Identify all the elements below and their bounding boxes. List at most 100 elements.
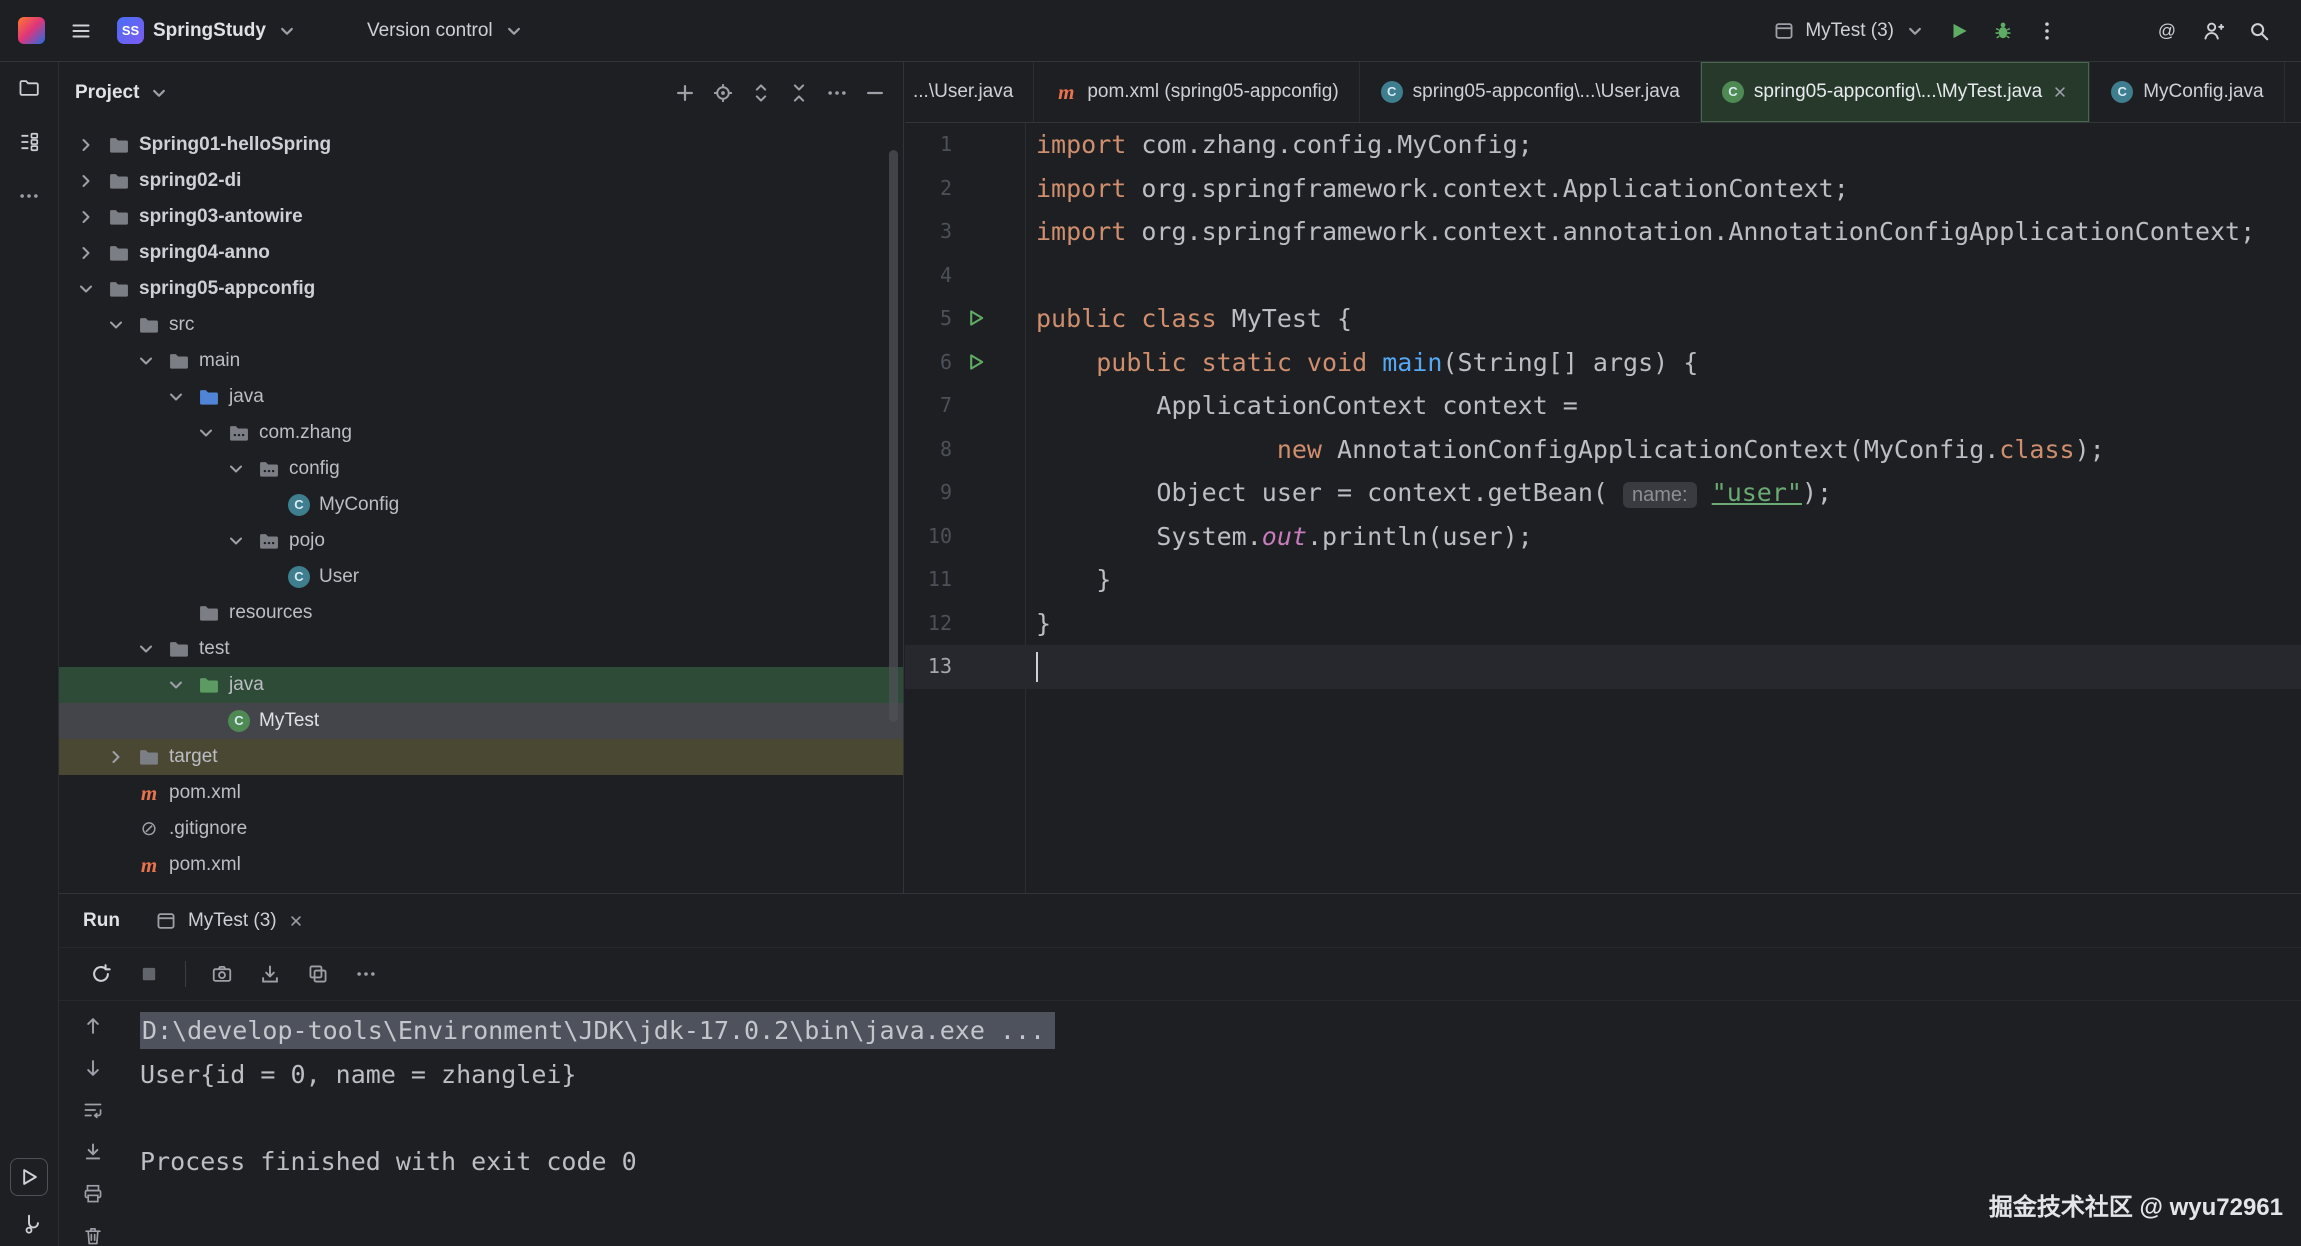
editor-tab[interactable]: mpom.xml (spring05-appconfig) — [1034, 62, 1359, 122]
plus-icon[interactable] — [673, 81, 697, 105]
chevron-right-icon[interactable] — [103, 745, 129, 769]
code-line[interactable]: 8 new AnnotationConfigApplicationContext… — [905, 428, 2301, 472]
tree-row[interactable]: CMyConfig — [59, 487, 903, 523]
tree-row[interactable]: ⊘.gitignore — [59, 811, 903, 847]
menu-icon[interactable] — [69, 19, 93, 43]
camera-icon[interactable] — [210, 962, 234, 986]
editor-tab[interactable]: Cspring05-appconfig\...\MyTest.java — [1701, 62, 2090, 122]
run-button[interactable] — [1947, 19, 1971, 43]
tree-row[interactable]: config — [59, 451, 903, 487]
code-line[interactable]: 7 ApplicationContext context = — [905, 384, 2301, 428]
project-selector[interactable]: SS SpringStudy — [117, 17, 299, 44]
tree-row[interactable]: java — [59, 667, 903, 703]
editor-tab[interactable]: Cspring05-appconfig\...\User.java — [1360, 62, 1701, 122]
tree-row[interactable]: CUser — [59, 559, 903, 595]
chevron-right-icon[interactable] — [73, 241, 99, 265]
down-icon[interactable] — [81, 1056, 105, 1080]
vcs-selector[interactable]: Version control — [367, 19, 526, 43]
at-icon[interactable]: @ — [2155, 19, 2179, 43]
tree-row[interactable]: CMyTest — [59, 703, 903, 739]
tree-row[interactable]: spring05-appconfig — [59, 271, 903, 307]
tree-row[interactable]: spring02-di — [59, 163, 903, 199]
print-icon[interactable] — [81, 1182, 105, 1206]
tree-row[interactable]: main — [59, 343, 903, 379]
folder-icon — [107, 277, 131, 301]
chevron-down-icon[interactable] — [163, 673, 189, 697]
code-line[interactable]: 10 System.out.println(user); — [905, 515, 2301, 559]
expand-all-icon[interactable] — [749, 81, 773, 105]
tree-row[interactable]: com.zhang — [59, 415, 903, 451]
project-panel-title[interactable]: Project — [75, 82, 139, 104]
up-icon[interactable] — [81, 1014, 105, 1038]
code-line[interactable]: 13 — [905, 645, 2301, 689]
editor-tab[interactable]: CMyConfig.java — [2090, 62, 2284, 122]
more-icon[interactable] — [825, 81, 849, 105]
search-icon[interactable] — [2247, 19, 2271, 43]
code-line[interactable]: 4 — [905, 254, 2301, 298]
run-tab[interactable]: MyTest (3) — [154, 909, 305, 933]
console-output[interactable]: D:\develop-tools\Environment\JDK\jdk-17.… — [140, 1009, 2301, 1246]
tree-row[interactable]: src — [59, 307, 903, 343]
chevron-right-icon[interactable] — [73, 169, 99, 193]
project-folder-icon[interactable] — [17, 76, 41, 100]
more-button[interactable] — [2035, 19, 2059, 43]
chevron-down-icon[interactable] — [133, 637, 159, 661]
services-icon[interactable] — [17, 1212, 41, 1236]
layout-icon[interactable] — [306, 962, 330, 986]
code-line[interactable]: 1import com.zhang.config.MyConfig; — [905, 123, 2301, 167]
rerun-icon[interactable] — [89, 962, 113, 986]
chevron-down-icon[interactable] — [133, 349, 159, 373]
chevron-down-icon[interactable] — [193, 421, 219, 445]
add-user-icon[interactable] — [2201, 19, 2225, 43]
run-line-icon[interactable] — [965, 307, 987, 329]
run-icon[interactable] — [10, 1158, 48, 1196]
editor-body[interactable]: 1import com.zhang.config.MyConfig;2impor… — [905, 123, 2301, 893]
run-line-icon[interactable] — [965, 351, 987, 373]
tree-row[interactable]: mpom.xml — [59, 775, 903, 811]
line-number: 12 — [905, 602, 952, 646]
tree-row[interactable]: Spring01-helloSpring — [59, 127, 903, 163]
chevron-down-icon[interactable] — [73, 277, 99, 301]
chevron-right-icon[interactable] — [73, 133, 99, 157]
code-line[interactable]: 3import org.springframework.context.anno… — [905, 210, 2301, 254]
structure-icon[interactable] — [17, 130, 41, 154]
scroll-end-icon[interactable] — [81, 1140, 105, 1164]
more-icon[interactable] — [354, 962, 378, 986]
tree-row[interactable]: java — [59, 379, 903, 415]
clear-icon[interactable] — [81, 1224, 105, 1246]
tree-scrollbar[interactable] — [889, 150, 898, 722]
chevron-down-icon[interactable] — [223, 529, 249, 553]
locate-icon[interactable] — [711, 81, 735, 105]
code-line[interactable]: 6 public static void main(String[] args)… — [905, 341, 2301, 385]
tree-row[interactable]: spring04-anno — [59, 235, 903, 271]
tree-row[interactable]: target — [59, 739, 903, 775]
tree-row[interactable]: spring03-antowire — [59, 199, 903, 235]
code-line[interactable]: 2import org.springframework.context.Appl… — [905, 167, 2301, 211]
code-line[interactable]: 11 } — [905, 558, 2301, 602]
soft-wrap-icon[interactable] — [81, 1098, 105, 1122]
chevron-spacer — [163, 601, 189, 625]
run-config-selector[interactable]: MyTest (3) — [1772, 19, 1927, 43]
tree-label: config — [289, 458, 340, 480]
more-icon[interactable] — [17, 184, 41, 208]
close-tab-icon[interactable] — [2051, 83, 2069, 101]
chevron-down-icon[interactable] — [223, 457, 249, 481]
close-tab-icon[interactable] — [287, 912, 305, 930]
hide-icon[interactable] — [863, 81, 887, 105]
chevron-right-icon[interactable] — [73, 205, 99, 229]
tree-row[interactable]: pojo — [59, 523, 903, 559]
tree-row[interactable]: resources — [59, 595, 903, 631]
tree-row[interactable]: test — [59, 631, 903, 667]
collapse-all-icon[interactable] — [787, 81, 811, 105]
chevron-down-icon[interactable] — [163, 385, 189, 409]
stop-icon[interactable] — [137, 962, 161, 986]
import-icon[interactable] — [258, 962, 282, 986]
code-line[interactable]: 12} — [905, 602, 2301, 646]
code-line[interactable]: 5public class MyTest { — [905, 297, 2301, 341]
debug-button[interactable] — [1991, 19, 2015, 43]
editor-tab[interactable]: ...\User.java — [905, 62, 1034, 122]
chevron-down-icon[interactable] — [103, 313, 129, 337]
tree-row[interactable]: mpom.xml — [59, 847, 903, 883]
run-tab-label: MyTest (3) — [188, 910, 277, 932]
code-line[interactable]: 9 Object user = context.getBean( name: "… — [905, 471, 2301, 515]
